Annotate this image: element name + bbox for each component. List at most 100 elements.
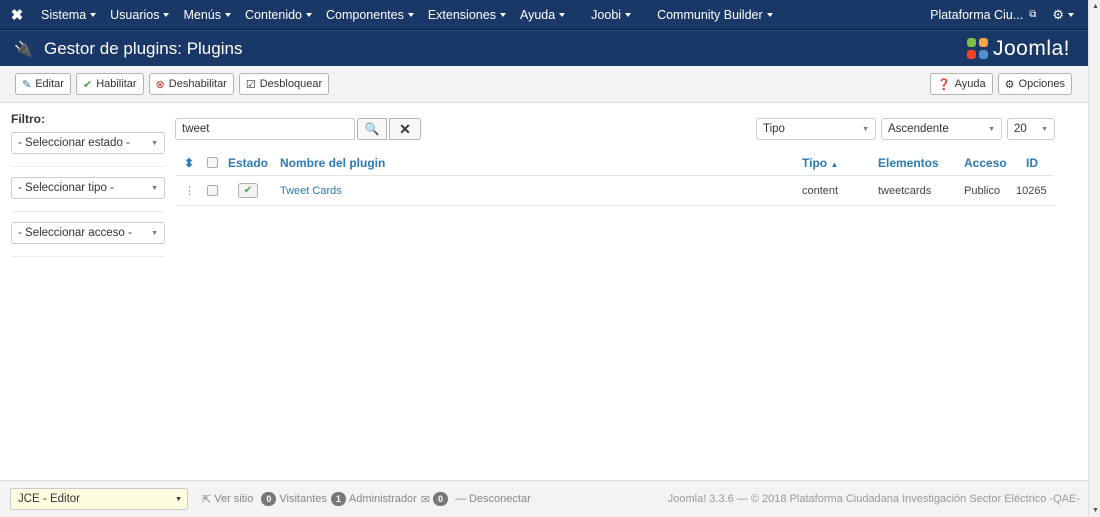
filter-type-select[interactable]: - Seleccionar tipo - ▼ <box>11 177 165 199</box>
menu-usuarios[interactable]: Usuarios <box>103 0 176 30</box>
minus-icon: — <box>454 493 466 505</box>
filter-state-select[interactable]: - Seleccionar estado - ▼ <box>11 132 165 154</box>
scroll-down-icon[interactable]: ▼ <box>1092 507 1099 514</box>
external-link-icon: ⇱ <box>202 493 212 506</box>
menu-community-builder[interactable]: Community Builder <box>650 0 780 30</box>
chevron-down-icon: ▼ <box>151 230 158 237</box>
plugin-access: Publico <box>964 184 1001 197</box>
menu-menus[interactable]: Menús <box>176 0 238 30</box>
close-icon: ✕ <box>399 120 411 137</box>
header-state[interactable]: Estado <box>224 156 272 170</box>
chevron-down-icon: ▼ <box>151 140 158 147</box>
order-field-select[interactable]: Tipo ▼ <box>756 118 876 140</box>
navbar-right: Plataforma Ciu... ⧉ ⚙ <box>924 0 1088 30</box>
menu-joobi[interactable]: Joobi <box>584 0 638 30</box>
menu-sistema[interactable]: Sistema <box>34 0 103 30</box>
options-button[interactable]: ⚙ Opciones <box>997 73 1072 95</box>
envelope-icon: ✉ <box>420 493 430 506</box>
view-site-link[interactable]: Plataforma Ciu... ⧉ <box>924 8 1042 22</box>
table-header: ⬍ Estado Nombre del plugin Tipo ▲ Elemen… <box>176 150 1054 176</box>
sort-asc-icon: ▲ <box>830 159 839 169</box>
check-all-checkbox[interactable] <box>206 157 218 168</box>
drag-handle-icon[interactable]: ⋮ <box>176 184 200 197</box>
filter-access-wrap: - Seleccionar acceso - ▼ <box>11 222 165 257</box>
messages-badge: 0 <box>432 492 448 506</box>
admins-status: 1 Administrador <box>330 492 417 506</box>
joomla-logo: Joomla! <box>966 36 1070 61</box>
top-navbar: ✖ Sistema Usuarios Menús Contenido Compo… <box>0 0 1088 30</box>
table-row: ⋮ ✔ Tweet Cards content tweetcards Publi… <box>176 176 1054 206</box>
header-id[interactable]: ID <box>1016 156 1054 170</box>
plugin-id: 10265 <box>1016 184 1047 197</box>
clear-button[interactable]: ✕ <box>389 118 421 140</box>
plugin-name-link[interactable]: Tweet Cards <box>272 185 802 197</box>
page-header: 🔌 Gestor de plugins: Plugins Joomla! <box>0 30 1088 66</box>
chevron-down-icon: ▼ <box>151 185 158 192</box>
search-button[interactable]: 🔍 <box>357 118 387 140</box>
header-type[interactable]: Tipo ▲ <box>802 156 878 170</box>
view-site-link[interactable]: ⇱ Ver sitio <box>202 493 253 506</box>
filter-access-select[interactable]: - Seleccionar acceso - ▼ <box>11 222 165 244</box>
list-limit-select[interactable]: 20 ▼ <box>1007 118 1055 140</box>
edit-button[interactable]: ✎ Editar <box>15 73 71 95</box>
filter-sidebar: Filtro: - Seleccionar estado - ▼ - Selecc… <box>11 112 165 267</box>
enabled-toggle[interactable]: ✔ <box>238 183 258 198</box>
external-link-icon: ⧉ <box>1029 9 1037 20</box>
filter-state-wrap: - Seleccionar estado - ▼ <box>11 132 165 167</box>
menu-extensiones[interactable]: Extensiones <box>421 0 513 30</box>
edit-icon: ✎ <box>22 78 32 91</box>
check-all-cell <box>200 157 224 168</box>
disable-button[interactable]: ⊗ Deshabilitar <box>148 73 234 95</box>
search-input[interactable]: tweet <box>175 118 355 140</box>
plugin-element: tweetcards <box>878 184 932 197</box>
messages-status[interactable]: ✉ 0 <box>421 492 451 506</box>
caret-down-icon <box>306 12 313 17</box>
toolbar-right: ❓ Ayuda ⚙ Opciones <box>929 73 1072 95</box>
caret-down-icon <box>1068 12 1074 17</box>
header-name[interactable]: Nombre del plugin <box>272 156 802 170</box>
row-checkbox[interactable] <box>206 185 218 196</box>
search-icon: 🔍 <box>364 122 380 136</box>
header-elements[interactable]: Elementos <box>878 156 964 170</box>
joomla-wordmark: Joomla! <box>992 36 1070 60</box>
menu-componentes[interactable]: Componentes <box>319 0 421 30</box>
main-menu: Sistema Usuarios Menús Contenido Compone… <box>34 0 780 30</box>
filter-label: Filtro: <box>11 112 45 126</box>
menu-ayuda[interactable]: Ayuda <box>513 0 572 30</box>
plugins-table: ⬍ Estado Nombre del plugin Tipo ▲ Elemen… <box>176 150 1054 206</box>
chevron-down-icon: ▼ <box>862 126 869 133</box>
help-button[interactable]: ❓ Ayuda <box>929 73 993 95</box>
caret-down-icon <box>766 12 773 17</box>
gear-icon: ⚙ <box>1052 6 1064 22</box>
chevron-down-icon: ▼ <box>988 126 995 133</box>
caret-down-icon <box>407 12 414 17</box>
plugin-type: content <box>802 184 839 197</box>
editor-select[interactable]: JCE - Editor ▼ <box>10 488 188 510</box>
caret-down-icon <box>499 12 506 17</box>
scroll-up-icon[interactable]: ▲ <box>1092 3 1099 10</box>
joomla-icon <box>966 37 989 60</box>
chevron-down-icon: ▼ <box>1041 126 1048 133</box>
header-access[interactable]: Acceso <box>964 156 1016 170</box>
checkbox-icon: ☑ <box>245 78 256 91</box>
vertical-scrollbar[interactable]: ▲ ▼ <box>1088 0 1100 517</box>
copyright-text: Joomla! 3.3.6 — © 2018 Plataforma Ciudad… <box>667 493 1080 505</box>
plug-icon: 🔌 <box>14 40 33 58</box>
menu-contenido[interactable]: Contenido <box>238 0 319 30</box>
order-direction-select[interactable]: Ascendente ▼ <box>881 118 1002 140</box>
joomla-icon[interactable]: ✖ <box>0 0 34 30</box>
caret-down-icon <box>90 12 97 17</box>
enable-button[interactable]: ✔ Habilitar <box>75 73 144 95</box>
page-title: Gestor de plugins: Plugins <box>44 38 243 58</box>
unlock-button[interactable]: ☑ Desbloquear <box>238 73 330 95</box>
check-icon: ✔ <box>82 78 93 91</box>
sort-ordering-icon[interactable]: ⬍ <box>176 156 200 170</box>
logout-link[interactable]: — Desconectar <box>455 493 531 505</box>
caret-down-icon <box>559 12 566 17</box>
status-bar: ⇱ Ver sitio 0 Visitantes 1 Administrador ✉ 0… <box>202 492 535 506</box>
row-check-cell <box>200 185 224 196</box>
user-menu[interactable]: ⚙ <box>1042 7 1088 23</box>
chevron-down-icon: ▼ <box>175 496 182 503</box>
check-icon: ✔ <box>243 185 253 196</box>
question-circle-icon: ❓ <box>936 78 951 91</box>
